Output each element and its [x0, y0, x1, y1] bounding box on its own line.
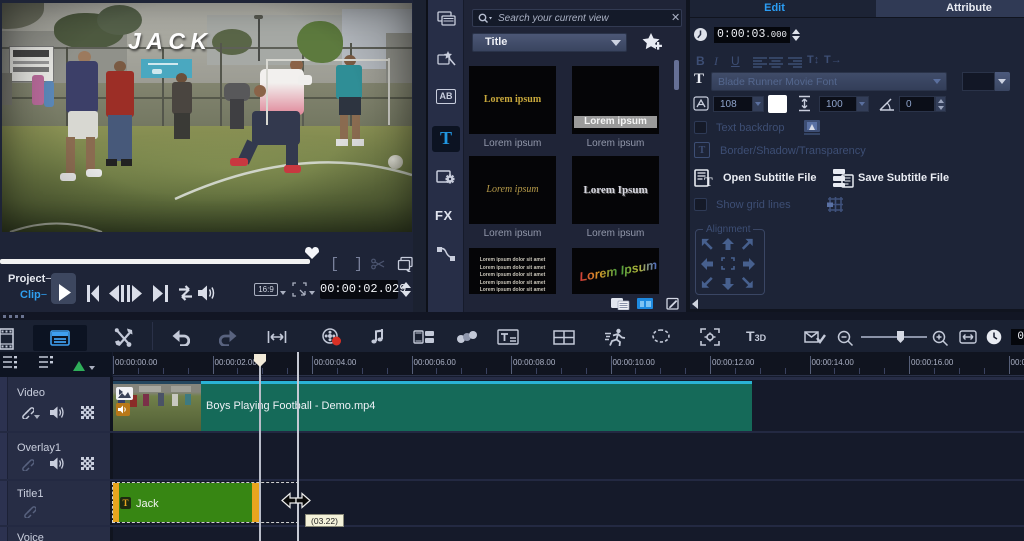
svg-text:T: T [704, 174, 713, 188]
